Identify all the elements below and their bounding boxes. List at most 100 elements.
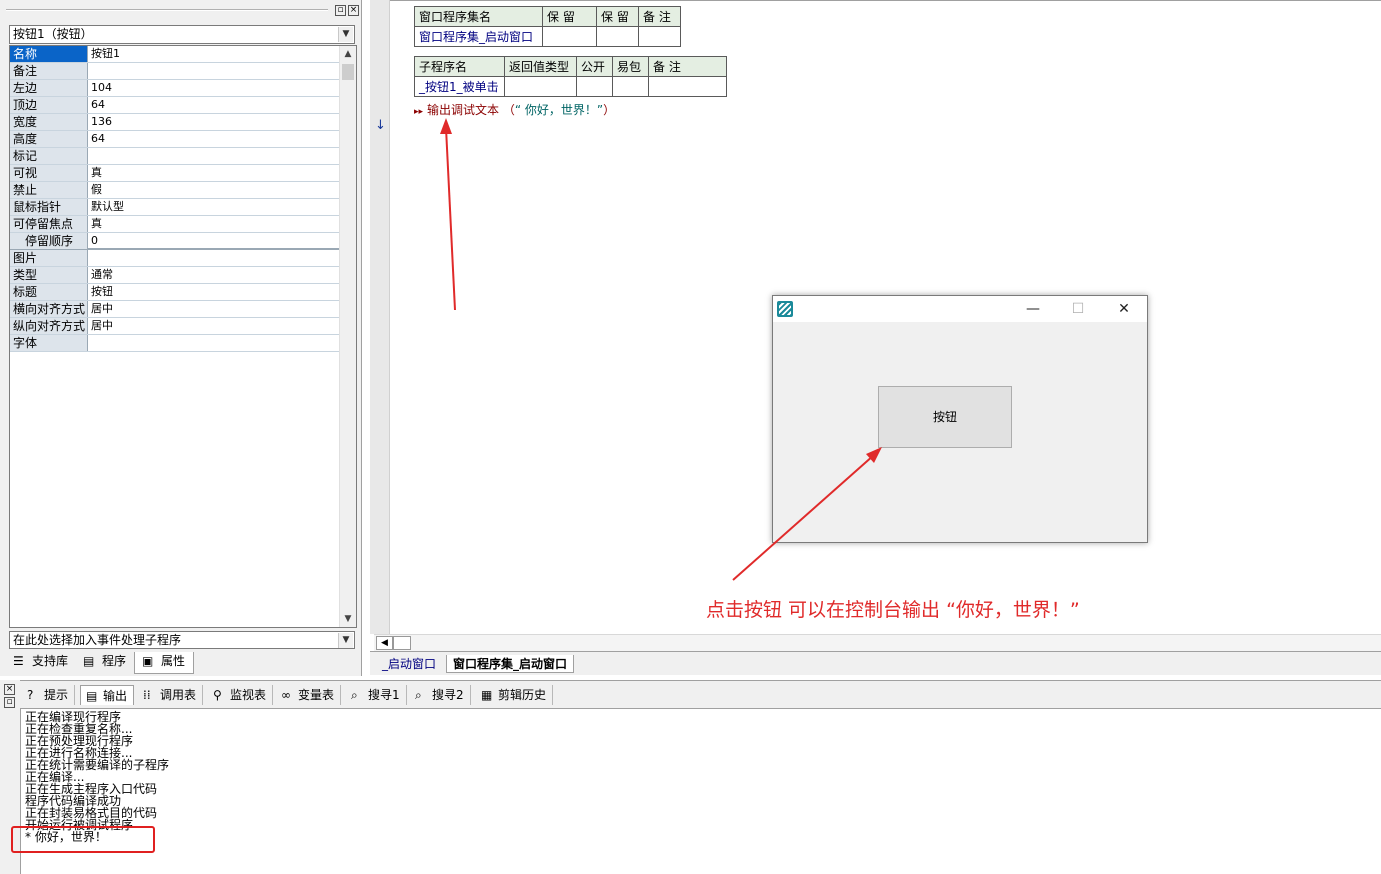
scroll-up-icon[interactable]: ▲ xyxy=(340,46,356,62)
property-value[interactable]: 通常 xyxy=(89,267,339,283)
restore-icon[interactable]: ▫ xyxy=(4,697,15,708)
property-value[interactable]: 居中 xyxy=(89,318,339,334)
property-row[interactable]: 标题 按钮 xyxy=(10,284,339,301)
property-value[interactable]: 64 xyxy=(89,97,339,113)
property-row[interactable]: 鼠标指针 默认型 xyxy=(10,199,339,216)
editor-gutter: ↓ xyxy=(370,0,390,634)
property-row[interactable]: 可视真 xyxy=(10,165,339,182)
property-name: 类型 xyxy=(10,267,88,283)
output-tabs: ? 提示 ▤ 输出 ⁞⁞ 调用表 ⚲ 监视表 ∞ 变量表 ⌕ 搜寻1 ⌕ 搜寻2 ▦ 剪辑历史 xyxy=(20,680,1381,708)
scroll-thumb[interactable] xyxy=(342,64,354,80)
property-value[interactable]: 假 xyxy=(89,182,339,198)
chevron-down-icon[interactable]: ▼ xyxy=(338,27,353,42)
close-icon[interactable]: × xyxy=(4,684,15,695)
tab-clip-history[interactable]: ▦ 剪辑历史 xyxy=(476,685,554,705)
table-cell[interactable] xyxy=(612,76,649,97)
property-name: 字体 xyxy=(10,335,88,351)
property-row[interactable]: 纵向对齐方式 居中 xyxy=(10,318,339,335)
property-name: 标题 xyxy=(10,284,88,300)
property-value[interactable]: 64 xyxy=(89,131,339,147)
table-cell[interactable] xyxy=(542,26,597,47)
panel-titlebar: ▫ × xyxy=(0,2,362,18)
tab-label: 属性 xyxy=(161,654,186,668)
minimize-icon[interactable]: — xyxy=(1018,299,1048,319)
property-scrollbar[interactable]: ▲ ▼ xyxy=(339,46,356,627)
tab-label: 监视表 xyxy=(230,688,267,702)
property-value[interactable]: 默认型 xyxy=(89,199,339,215)
table-cell[interactable] xyxy=(576,76,613,97)
property-row[interactable]: 可停留焦点真 xyxy=(10,216,339,233)
table-cell[interactable] xyxy=(504,76,577,97)
property-row[interactable]: 备注 xyxy=(10,63,339,80)
chevron-down-icon[interactable]: ▼ xyxy=(338,633,353,648)
scroll-down-icon[interactable]: ▼ xyxy=(340,611,356,627)
maximize-icon[interactable]: ☐ xyxy=(1063,299,1093,319)
property-value[interactable]: 按钮 xyxy=(89,284,339,300)
output-lines: 正在编译现行程序 正在检查重复名称... 正在预处理现行程序 正在进行名称连接... 正… xyxy=(25,711,169,843)
property-row[interactable]: 停留顺序 0 xyxy=(10,233,339,250)
close-icon[interactable]: × xyxy=(348,5,359,16)
property-row[interactable]: 横向对齐方式 居中 xyxy=(10,301,339,318)
property-value[interactable]: 按钮1 xyxy=(89,46,339,62)
property-value[interactable] xyxy=(89,335,339,351)
panel-grip[interactable] xyxy=(6,9,328,11)
property-value[interactable]: 真 xyxy=(89,165,339,181)
property-row[interactable]: 高度 64 xyxy=(10,131,339,148)
tab-support-library[interactable]: ☰ 支持库 xyxy=(6,652,68,672)
tab-properties[interactable]: ▣ 属性 xyxy=(134,652,194,674)
tab-start-window[interactable]: _启动窗口 xyxy=(376,655,442,673)
table-header: 保 留 xyxy=(596,6,639,27)
restore-icon[interactable]: ▫ xyxy=(335,5,346,16)
property-row[interactable]: 顶边 64 xyxy=(10,97,339,114)
scroll-thumb[interactable] xyxy=(393,636,411,650)
tab-variable-table[interactable]: ∞ 变量表 xyxy=(276,685,342,705)
property-row[interactable]: 字体 xyxy=(10,335,339,352)
tab-label: 输出 xyxy=(103,689,128,703)
tab-search1[interactable]: ⌕ 搜寻1 xyxy=(346,685,407,705)
table-cell[interactable] xyxy=(648,76,727,97)
editor-tabs: _启动窗口 窗口程序集_启动窗口 xyxy=(370,651,1381,675)
table-header: 返回值类型 xyxy=(504,56,577,77)
tab-search2[interactable]: ⌕ 搜寻2 xyxy=(410,685,471,705)
property-name: 停留顺序 xyxy=(10,233,88,249)
table-cell[interactable] xyxy=(596,26,639,47)
tab-call-table[interactable]: ⁞⁞ 调用表 xyxy=(138,685,204,705)
tab-label: 剪辑历史 xyxy=(498,688,547,702)
property-value[interactable] xyxy=(89,148,339,164)
tab-watch-table[interactable]: ⚲ 监视表 xyxy=(208,685,274,705)
scroll-left-icon[interactable]: ◀ xyxy=(376,636,393,650)
property-row[interactable]: 禁止假 xyxy=(10,182,339,199)
property-value[interactable]: 真 xyxy=(89,216,339,232)
property-value[interactable] xyxy=(89,250,339,266)
property-value[interactable]: 居中 xyxy=(89,301,339,317)
code-line[interactable]: ▸▸ 输出调试文本 （“ 你好，世界！”） xyxy=(414,101,615,118)
code-paren-close: ） xyxy=(603,103,616,117)
property-row[interactable]: 图片 xyxy=(10,250,339,267)
property-row[interactable]: 标记 xyxy=(10,148,339,165)
editor-hscrollbar[interactable]: ◀ xyxy=(374,634,1381,651)
app-button[interactable]: 按钮 xyxy=(878,386,1012,448)
property-row[interactable]: 宽度 136 xyxy=(10,114,339,131)
property-row[interactable]: 类型 通常 xyxy=(10,267,339,284)
property-value[interactable] xyxy=(89,63,339,79)
property-value[interactable]: 104 xyxy=(89,80,339,96)
tab-program[interactable]: ▤ 程序 xyxy=(76,652,126,672)
document-icon: ▤ xyxy=(86,689,98,703)
close-icon[interactable]: ✕ xyxy=(1109,299,1139,319)
property-value[interactable]: 136 xyxy=(89,114,339,130)
app-titlebar[interactable]: — ☐ ✕ xyxy=(773,296,1147,322)
property-value[interactable]: 0 xyxy=(89,233,339,249)
tab-hint[interactable]: ? 提示 xyxy=(22,685,76,705)
assembly-name-cell[interactable]: 窗口程序集_启动窗口 xyxy=(414,26,543,47)
object-selector[interactable]: 按钮1（按钮） ▼ xyxy=(9,25,355,44)
subroutine-name-cell[interactable]: _按钮1_被单击 xyxy=(414,76,505,97)
property-name: 可视 xyxy=(10,165,88,181)
annotation-text: 点击按钮 可以在控制台输出 “你好，世界！” xyxy=(706,599,1080,621)
tab-output[interactable]: ▤ 输出 xyxy=(80,685,135,705)
output-area[interactable]: 正在编译现行程序 正在检查重复名称... 正在预处理现行程序 正在进行名称连接... 正… xyxy=(20,708,1381,874)
property-row[interactable]: 名称 按钮1 xyxy=(10,46,339,63)
event-selector[interactable]: 在此处选择加入事件处理子程序 ▼ xyxy=(9,631,355,649)
property-row[interactable]: 左边 104 xyxy=(10,80,339,97)
tab-window-assembly[interactable]: 窗口程序集_启动窗口 xyxy=(446,655,575,673)
table-cell[interactable] xyxy=(638,26,681,47)
